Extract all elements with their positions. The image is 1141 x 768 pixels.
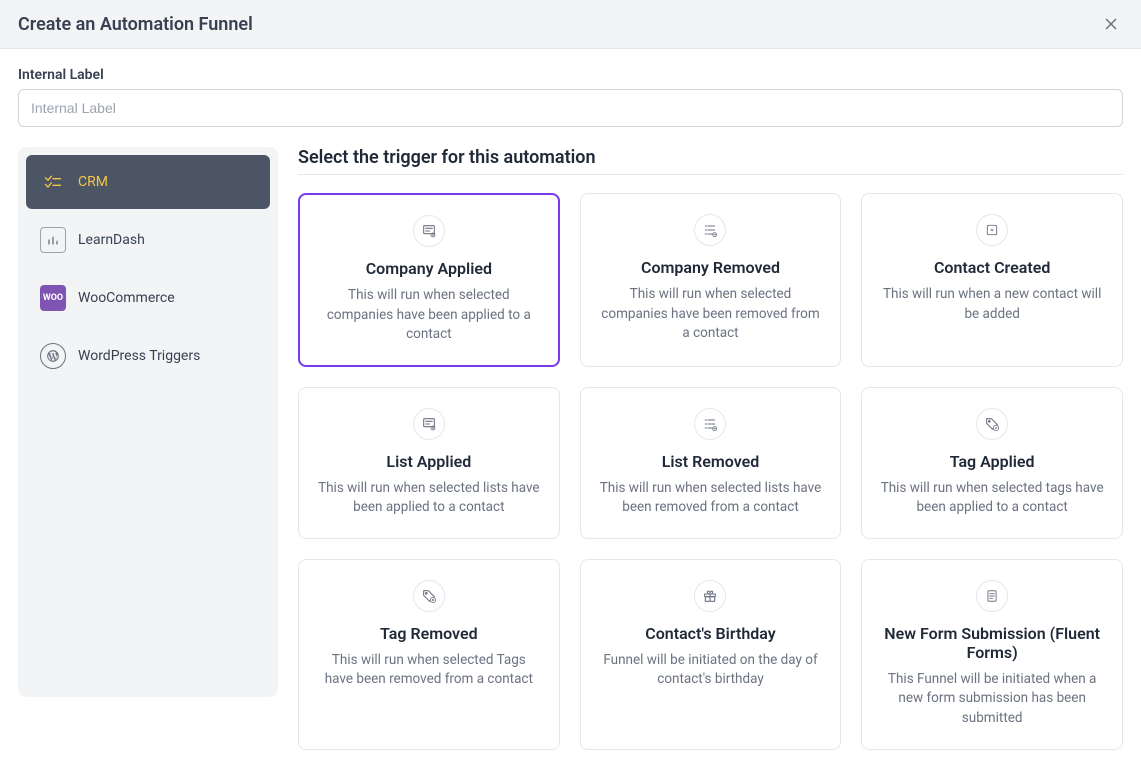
- sidebar-item-wordpress-triggers[interactable]: WordPress Triggers: [26, 329, 270, 383]
- layout: CRM LearnDash WOO WooCommerce: [18, 147, 1123, 750]
- trigger-title: List Removed: [599, 452, 823, 471]
- internal-label-input[interactable]: [18, 89, 1123, 127]
- sidebar-item-label: LearnDash: [78, 232, 145, 248]
- woo-icon: WOO: [40, 285, 66, 311]
- sidebar-item-crm[interactable]: CRM: [26, 155, 270, 209]
- trigger-desc: This will run when selected companies ha…: [599, 285, 823, 344]
- modal-content: Internal Label CRM LearnDash: [0, 49, 1141, 768]
- trigger-title: Contact Created: [880, 258, 1104, 277]
- close-icon: [1103, 16, 1119, 32]
- trigger-title: Tag Applied: [880, 452, 1104, 471]
- trigger-heading: Select the trigger for this automation: [298, 147, 1123, 168]
- sidebar-item-label: WordPress Triggers: [78, 348, 200, 364]
- trigger-title: Contact's Birthday: [599, 624, 823, 643]
- trigger-title: List Applied: [317, 452, 541, 471]
- trigger-card-company-applied[interactable]: Company Applied This will run when selec…: [298, 193, 560, 367]
- trigger-card-list-applied[interactable]: List Applied This will run when selected…: [298, 387, 560, 539]
- trigger-title: Company Applied: [318, 259, 540, 278]
- trigger-title: Company Removed: [599, 258, 823, 277]
- wordpress-icon: [40, 343, 66, 369]
- sidebar-item-woocommerce[interactable]: WOO WooCommerce: [26, 271, 270, 325]
- trigger-desc: This will run when selected lists have b…: [317, 479, 541, 518]
- trigger-card-list-removed[interactable]: List Removed This will run when selected…: [580, 387, 842, 539]
- tag-x-icon: [413, 580, 445, 612]
- trigger-desc: Funnel will be initiated on the day of c…: [599, 651, 823, 690]
- sidebar-item-label: CRM: [78, 174, 108, 190]
- trigger-card-contacts-birthday[interactable]: Contact's Birthday Funnel will be initia…: [580, 559, 842, 750]
- tag-check-icon: [976, 408, 1008, 440]
- trigger-card-tag-applied[interactable]: Tag Applied This will run when selected …: [861, 387, 1123, 539]
- list-removed-icon: [694, 408, 726, 440]
- trigger-grid: Company Applied This will run when selec…: [298, 193, 1123, 750]
- trigger-desc: This will run when selected tags have be…: [880, 479, 1104, 518]
- bar-chart-icon: [40, 227, 66, 253]
- sidebar-item-label: WooCommerce: [78, 290, 175, 306]
- modal-header: Create an Automation Funnel: [0, 0, 1141, 49]
- list-applied-icon: [413, 215, 445, 247]
- list-removed-icon: [694, 214, 726, 246]
- trigger-desc: This will run when selected companies ha…: [318, 286, 540, 345]
- trigger-title: Tag Removed: [317, 624, 541, 643]
- gift-icon: [694, 580, 726, 612]
- checklist-icon: [40, 169, 66, 195]
- divider: [298, 174, 1123, 175]
- trigger-card-new-form-submission[interactable]: New Form Submission (Fluent Forms) This …: [861, 559, 1123, 750]
- sidebar: CRM LearnDash WOO WooCommerce: [18, 147, 278, 697]
- form-icon: [976, 580, 1008, 612]
- trigger-desc: This will run when selected Tags have be…: [317, 651, 541, 690]
- internal-label-label: Internal Label: [18, 67, 1123, 83]
- list-applied-icon: [413, 408, 445, 440]
- close-button[interactable]: [1099, 12, 1123, 36]
- trigger-title: New Form Submission (Fluent Forms): [880, 624, 1104, 662]
- trigger-card-company-removed[interactable]: Company Removed This will run when selec…: [580, 193, 842, 367]
- trigger-desc: This Funnel will be initiated when a new…: [880, 670, 1104, 729]
- trigger-desc: This will run when a new contact will be…: [880, 285, 1104, 324]
- trigger-card-contact-created[interactable]: Contact Created This will run when a new…: [861, 193, 1123, 367]
- bolt-icon: [976, 214, 1008, 246]
- trigger-desc: This will run when selected lists have b…: [599, 479, 823, 518]
- trigger-card-tag-removed[interactable]: Tag Removed This will run when selected …: [298, 559, 560, 750]
- main: Select the trigger for this automation C…: [298, 147, 1123, 750]
- sidebar-item-learndash[interactable]: LearnDash: [26, 213, 270, 267]
- modal-title: Create an Automation Funnel: [18, 14, 253, 35]
